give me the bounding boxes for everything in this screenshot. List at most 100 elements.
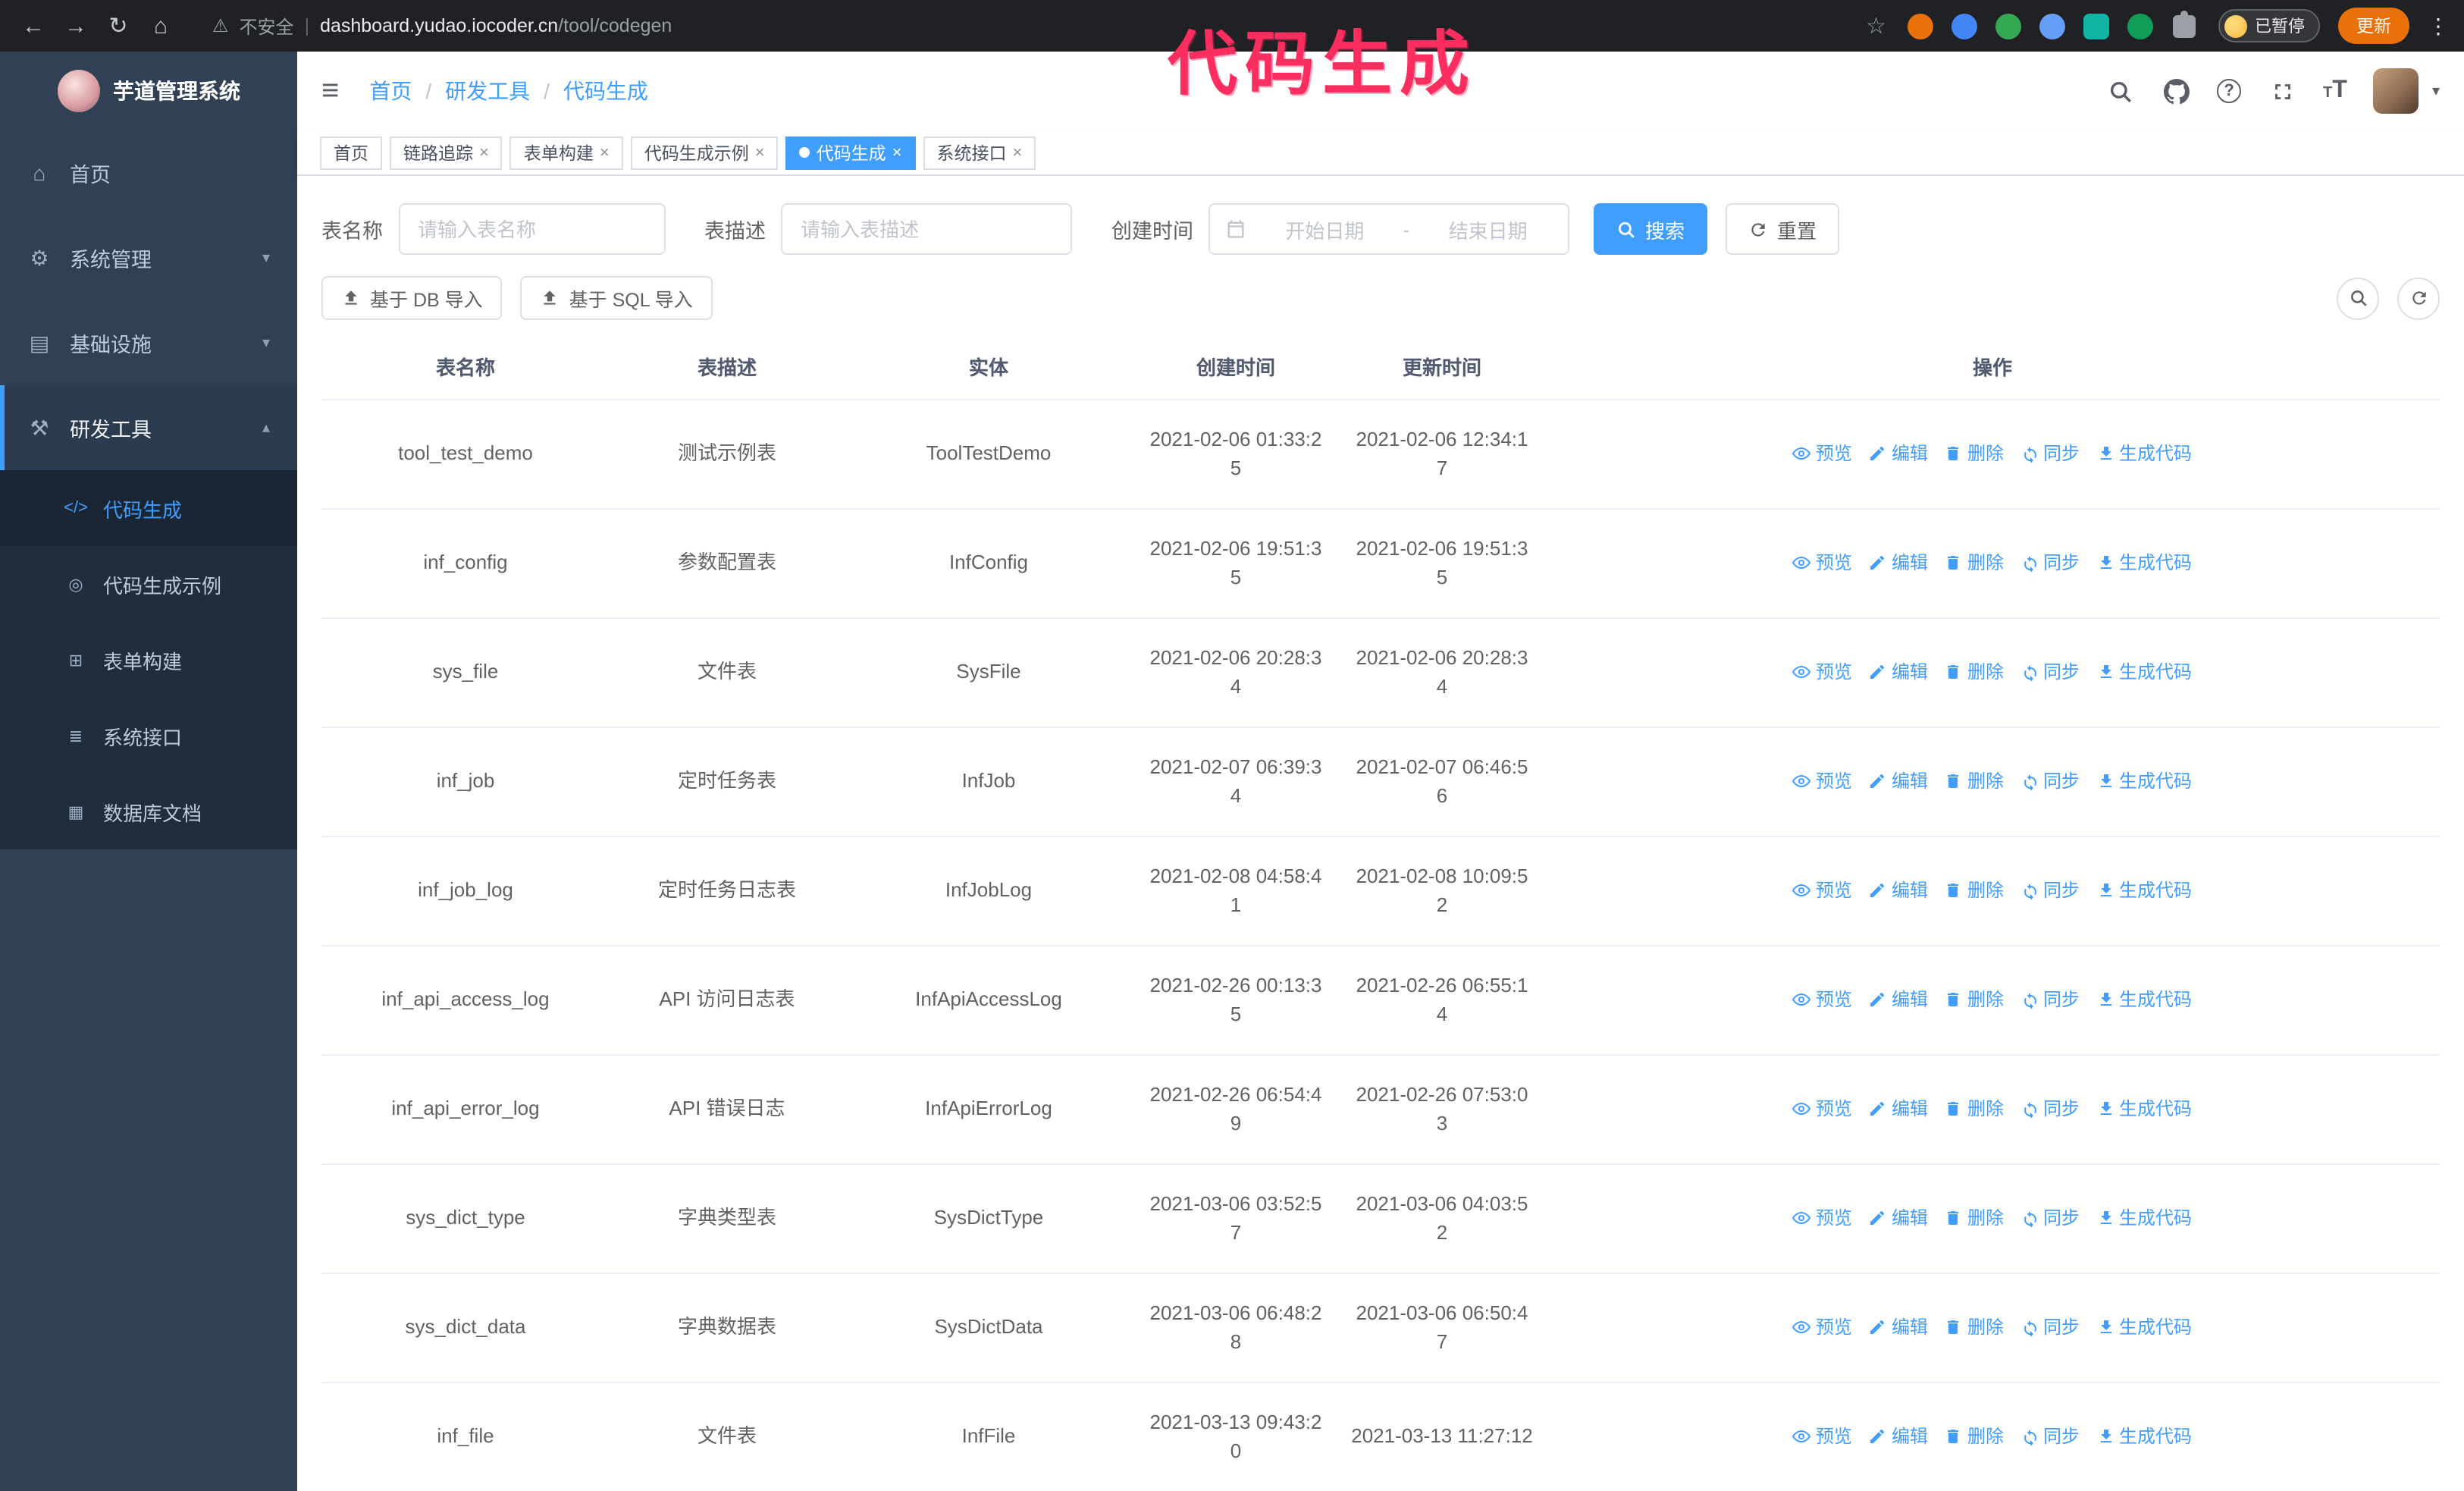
- preview-link[interactable]: 预览: [1792, 1423, 1852, 1450]
- close-icon[interactable]: ×: [755, 143, 765, 162]
- browser-menu-icon[interactable]: ⋮: [2428, 13, 2449, 39]
- profile-chip[interactable]: 已暂停: [2218, 9, 2320, 42]
- delete-link[interactable]: 删除: [1945, 1095, 2004, 1122]
- url-bar[interactable]: ⚠ 不安全 | dashboard.yudao.iocoder.cn/tool/…: [197, 6, 1839, 46]
- edit-link[interactable]: 编辑: [1869, 1423, 1928, 1450]
- avatar-caret-icon[interactable]: ▾: [2432, 83, 2440, 99]
- toggle-search-button[interactable]: [2337, 277, 2379, 319]
- close-icon[interactable]: ×: [479, 143, 489, 162]
- extension-icon-teal[interactable]: [2083, 13, 2109, 39]
- search-button[interactable]: 搜索: [1594, 203, 1708, 255]
- extensions-puzzle-icon[interactable]: [2173, 10, 2196, 37]
- preview-link[interactable]: 预览: [1792, 440, 1852, 467]
- edit-link[interactable]: 编辑: [1869, 986, 1928, 1013]
- extension-icon-green-v[interactable]: [1995, 13, 2021, 39]
- sync-link[interactable]: 同步: [2020, 986, 2080, 1013]
- app-logo[interactable]: 芋道管理系统: [0, 52, 297, 130]
- close-icon[interactable]: ×: [600, 143, 610, 162]
- back-icon[interactable]: ←: [15, 8, 52, 44]
- breadcrumb-home[interactable]: 首页: [369, 76, 412, 106]
- edit-link[interactable]: 编辑: [1869, 877, 1928, 904]
- date-range-picker[interactable]: 开始日期 - 结束日期: [1208, 203, 1569, 255]
- edit-link[interactable]: 编辑: [1869, 549, 1928, 576]
- preview-link[interactable]: 预览: [1792, 658, 1852, 686]
- preview-link[interactable]: 预览: [1792, 767, 1852, 795]
- import-db-button[interactable]: 基于 DB 导入: [321, 276, 503, 320]
- edit-link[interactable]: 编辑: [1869, 1095, 1928, 1122]
- generate-code-link[interactable]: 生成代码: [2096, 440, 2192, 467]
- table-name-input[interactable]: [398, 203, 665, 255]
- breadcrumb-dev-tools[interactable]: 研发工具: [445, 76, 530, 106]
- edit-link[interactable]: 编辑: [1869, 1314, 1928, 1341]
- breadcrumb-codegen[interactable]: 代码生成: [563, 76, 648, 106]
- generate-code-link[interactable]: 生成代码: [2096, 549, 2192, 576]
- generate-code-link[interactable]: 生成代码: [2096, 1204, 2192, 1232]
- reset-button[interactable]: 重置: [1726, 203, 1840, 255]
- sync-link[interactable]: 同步: [2020, 1423, 2080, 1450]
- delete-link[interactable]: 删除: [1945, 440, 2004, 467]
- edit-link[interactable]: 编辑: [1869, 1204, 1928, 1232]
- user-avatar[interactable]: [2372, 68, 2419, 114]
- sidebar-item-infrastructure[interactable]: ▤ 基础设施 ▾: [0, 300, 297, 385]
- sidebar-item-codegen[interactable]: </> 代码生成: [0, 470, 297, 546]
- preview-link[interactable]: 预览: [1792, 986, 1852, 1013]
- sidebar-item-form-builder[interactable]: ⊞ 表单构建: [0, 622, 297, 698]
- github-icon[interactable]: [2161, 76, 2191, 106]
- fullscreen-icon[interactable]: [2267, 76, 2297, 106]
- tab-codegen[interactable]: 代码生成 ×: [785, 136, 916, 169]
- sync-link[interactable]: 同步: [2020, 549, 2080, 576]
- preview-link[interactable]: 预览: [1792, 1204, 1852, 1232]
- preview-link[interactable]: 预览: [1792, 549, 1852, 576]
- tab-form-builder[interactable]: 表单构建 ×: [509, 136, 623, 169]
- preview-link[interactable]: 预览: [1792, 877, 1852, 904]
- search-icon[interactable]: [2105, 76, 2135, 106]
- delete-link[interactable]: 删除: [1945, 767, 2004, 795]
- extension-icon-people[interactable]: [2039, 13, 2065, 39]
- generate-code-link[interactable]: 生成代码: [2096, 877, 2192, 904]
- help-icon[interactable]: ?: [2217, 79, 2242, 103]
- generate-code-link[interactable]: 生成代码: [2096, 658, 2192, 686]
- sync-link[interactable]: 同步: [2020, 1204, 2080, 1232]
- delete-link[interactable]: 删除: [1945, 986, 2004, 1013]
- sidebar-item-db-docs[interactable]: ▦ 数据库文档: [0, 774, 297, 849]
- tab-tracing[interactable]: 链路追踪 ×: [390, 136, 503, 169]
- date-start-placeholder[interactable]: 开始日期: [1260, 215, 1390, 243]
- delete-link[interactable]: 删除: [1945, 658, 2004, 686]
- generate-code-link[interactable]: 生成代码: [2096, 986, 2192, 1013]
- hamburger-icon[interactable]: ≡: [321, 74, 339, 108]
- sidebar-item-codegen-example[interactable]: ◎ 代码生成示例: [0, 546, 297, 622]
- generate-code-link[interactable]: 生成代码: [2096, 767, 2192, 795]
- delete-link[interactable]: 删除: [1945, 1204, 2004, 1232]
- sync-link[interactable]: 同步: [2020, 1095, 2080, 1122]
- edit-link[interactable]: 编辑: [1869, 440, 1928, 467]
- reload-icon[interactable]: ↻: [100, 8, 136, 44]
- bookmark-star-icon[interactable]: ☆: [1866, 12, 1886, 39]
- sync-link[interactable]: 同步: [2020, 767, 2080, 795]
- date-end-placeholder[interactable]: 结束日期: [1423, 215, 1553, 243]
- forward-icon[interactable]: →: [58, 8, 94, 44]
- sidebar-item-system-mgmt[interactable]: ⚙ 系统管理 ▾: [0, 215, 297, 300]
- sync-link[interactable]: 同步: [2020, 440, 2080, 467]
- sync-link[interactable]: 同步: [2020, 877, 2080, 904]
- preview-link[interactable]: 预览: [1792, 1095, 1852, 1122]
- tab-system-api[interactable]: 系统接口 ×: [923, 136, 1036, 169]
- generate-code-link[interactable]: 生成代码: [2096, 1095, 2192, 1122]
- delete-link[interactable]: 删除: [1945, 1314, 2004, 1341]
- sidebar-item-system-api[interactable]: ≣ 系统接口: [0, 698, 297, 774]
- font-size-icon[interactable]: TT: [2323, 77, 2347, 105]
- sidebar-item-home[interactable]: ⌂ 首页: [0, 130, 297, 215]
- table-desc-input[interactable]: [781, 203, 1072, 255]
- generate-code-link[interactable]: 生成代码: [2096, 1314, 2192, 1341]
- browser-home-icon[interactable]: ⌂: [143, 8, 179, 44]
- sidebar-item-dev-tools[interactable]: ⚒ 研发工具 ▴: [0, 385, 297, 470]
- close-icon[interactable]: ×: [1013, 143, 1023, 162]
- close-icon[interactable]: ×: [892, 143, 902, 162]
- extension-icon-leaf[interactable]: [2127, 13, 2153, 39]
- edit-link[interactable]: 编辑: [1869, 658, 1928, 686]
- delete-link[interactable]: 删除: [1945, 1423, 2004, 1450]
- extension-icon-blue[interactable]: [1951, 13, 1977, 39]
- edit-link[interactable]: 编辑: [1869, 767, 1928, 795]
- extension-icon-orange[interactable]: [1908, 13, 1933, 39]
- sync-link[interactable]: 同步: [2020, 658, 2080, 686]
- refresh-table-button[interactable]: [2397, 277, 2440, 319]
